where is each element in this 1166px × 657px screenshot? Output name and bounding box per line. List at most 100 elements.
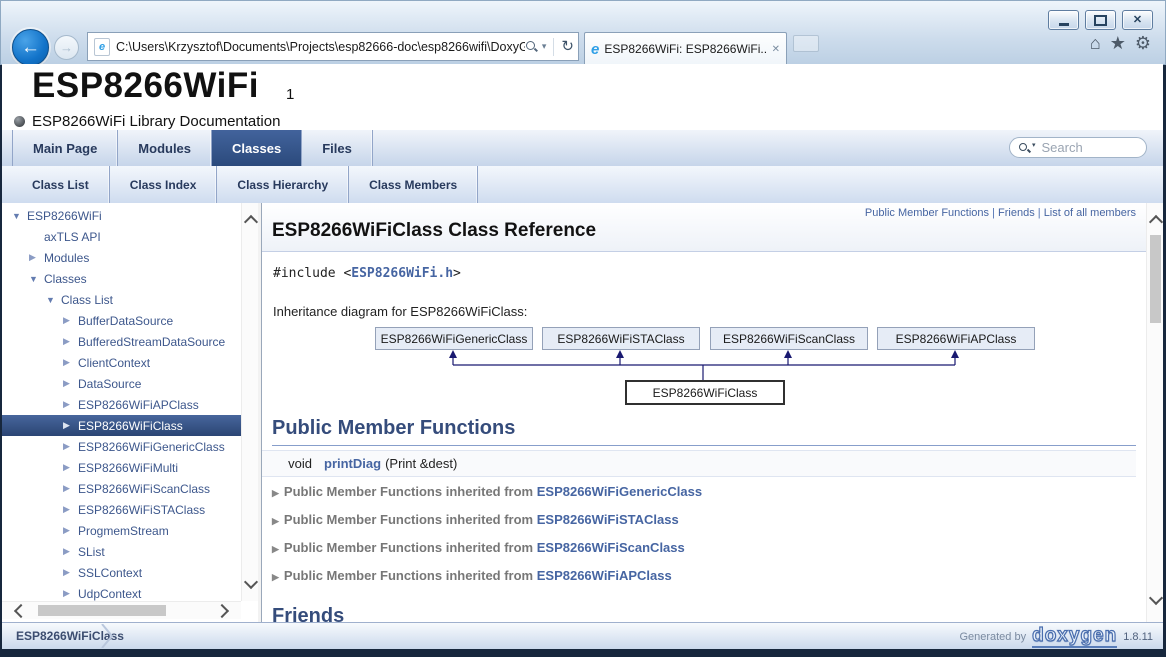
sidebar-item-esp8266wifiscanclass[interactable]: ▶ESP8266WiFiScanClass	[2, 478, 241, 499]
sidebar-item-datasource[interactable]: ▶DataSource	[2, 373, 241, 394]
sidebar-item-sslcontext[interactable]: ▶SSLContext	[2, 562, 241, 583]
scrollbar-thumb[interactable]	[38, 605, 166, 616]
subtab-class-hierarchy[interactable]: Class Hierarchy	[217, 166, 349, 203]
tree-collapsed-arrow-icon[interactable]: ▶	[63, 357, 78, 368]
sidebar-item-modules[interactable]: ▶Modules	[2, 247, 241, 268]
back-arrow-icon: ←	[21, 38, 40, 57]
expand-arrow-icon[interactable]: ▶	[272, 488, 279, 498]
scrollbar-thumb[interactable]	[1150, 235, 1161, 323]
content-scrollbar-vertical[interactable]	[1146, 203, 1163, 622]
home-icon[interactable]: ⌂	[1090, 34, 1101, 52]
doxygen-title-area: ESP8266WiFi 1 ESP8266WiFi Library Docume…	[2, 64, 1163, 130]
subtab-class-list[interactable]: Class List	[12, 166, 110, 203]
sidebar-scrollbar-horizontal[interactable]	[2, 601, 241, 619]
tab-files[interactable]: Files	[302, 130, 373, 166]
inherited-section-esp8266wifistaclass[interactable]: ▶Public Member Functions inherited from …	[272, 512, 679, 527]
include-file-link[interactable]: ESP8266WiFi.h	[351, 266, 453, 281]
tree-expanded-arrow-icon[interactable]: ▼	[29, 274, 44, 284]
tab-classes[interactable]: Classes	[212, 130, 302, 166]
tree-collapsed-arrow-icon[interactable]: ▶	[63, 336, 78, 347]
inherited-section-esp8266wifiapclass[interactable]: ▶Public Member Functions inherited from …	[272, 568, 672, 583]
tab-close-icon[interactable]: ✕	[772, 44, 780, 55]
doxygen-footer: ESP8266WiFiClass Generated by doxygen 1.…	[2, 622, 1163, 649]
forward-button[interactable]: →	[54, 35, 79, 60]
tree-collapsed-arrow-icon[interactable]: ▶	[63, 567, 78, 578]
tree-expanded-arrow-icon[interactable]: ▼	[12, 211, 27, 221]
sidebar-item-clientcontext[interactable]: ▶ClientContext	[2, 352, 241, 373]
new-tab-button[interactable]	[793, 35, 819, 52]
diagram-node-esp8266wifistaclass[interactable]: ESP8266WiFiSTAClass	[542, 327, 700, 350]
expand-arrow-icon[interactable]: ▶	[272, 572, 279, 582]
scroll-left-icon[interactable]	[10, 602, 32, 619]
doc-header: Public Member Functions | Friends | List…	[262, 203, 1146, 252]
address-bar[interactable]: e C:\Users\Krzysztof\Documents\Projects\…	[87, 32, 579, 61]
refresh-icon[interactable]: ↻	[561, 39, 574, 54]
sidebar-item-bufferdatasource[interactable]: ▶BufferDataSource	[2, 310, 241, 331]
sidebar-item-axtls-api[interactable]: axTLS API	[2, 226, 241, 247]
tree-collapsed-arrow-icon[interactable]: ▶	[63, 483, 78, 494]
favorites-star-icon[interactable]: ★	[1110, 34, 1126, 52]
sidebar-item-class-list[interactable]: ▼Class List	[2, 289, 241, 310]
inherited-section-esp8266wifigenericclass[interactable]: ▶Public Member Functions inherited from …	[272, 484, 702, 499]
tree-collapsed-arrow-icon[interactable]: ▶	[29, 252, 44, 263]
browser-tab[interactable]: e ESP8266WiFi: ESP8266WiFi... ✕	[584, 32, 787, 65]
tools-gear-icon[interactable]: ⚙	[1135, 34, 1151, 52]
sidebar-scrollbar-vertical[interactable]	[241, 203, 259, 601]
back-button[interactable]: ←	[12, 29, 49, 66]
tree-collapsed-arrow-icon[interactable]: ▶	[63, 546, 78, 557]
tree-collapsed-arrow-icon[interactable]: ▶	[63, 462, 78, 473]
diagram-node-esp8266wifiapclass[interactable]: ESP8266WiFiAPClass	[877, 327, 1035, 350]
scroll-down-icon[interactable]	[1147, 587, 1163, 609]
expand-arrow-icon[interactable]: ▶	[272, 516, 279, 526]
doxygen-search-box[interactable]: ▾ Search	[1009, 137, 1147, 158]
sidebar-item-bufferedstreamdatasource[interactable]: ▶BufferedStreamDataSource	[2, 331, 241, 352]
inherited-section-esp8266wifiscanclass[interactable]: ▶Public Member Functions inherited from …	[272, 540, 685, 555]
sidebar-item-udpcontext[interactable]: ▶UdpContext	[2, 583, 241, 601]
inherited-label: Public Member Functions inherited from	[284, 568, 537, 583]
search-icon[interactable]	[525, 40, 538, 53]
tree-collapsed-arrow-icon[interactable]: ▶	[63, 378, 78, 389]
tree-collapsed-arrow-icon[interactable]: ▶	[63, 525, 78, 536]
sidebar-item-slist[interactable]: ▶SList	[2, 541, 241, 562]
tree-collapsed-arrow-icon[interactable]: ▶	[63, 420, 78, 431]
tree-expanded-arrow-icon[interactable]: ▼	[46, 295, 61, 305]
sidebar-item-classes[interactable]: ▼Classes	[2, 268, 241, 289]
inherited-class-link[interactable]: ESP8266WiFiScanClass	[537, 540, 685, 555]
subtab-class-index[interactable]: Class Index	[110, 166, 218, 203]
tree-collapsed-arrow-icon[interactable]: ▶	[63, 441, 78, 452]
diagram-node-esp8266wifigenericclass[interactable]: ESP8266WiFiGenericClass	[375, 327, 533, 350]
tree-collapsed-arrow-icon[interactable]: ▶	[63, 504, 78, 515]
inherited-class-link[interactable]: ESP8266WiFiSTAClass	[537, 512, 679, 527]
expand-arrow-icon[interactable]: ▶	[272, 544, 279, 554]
tree-collapsed-arrow-icon[interactable]: ▶	[63, 399, 78, 410]
tree-collapsed-arrow-icon[interactable]: ▶	[63, 588, 78, 599]
sidebar-item-esp8266wifi[interactable]: ▼ESP8266WiFi	[2, 205, 241, 226]
dropdown-caret-icon[interactable]: ▾	[542, 41, 547, 52]
sidebar-item-esp8266wifigenericclass[interactable]: ▶ESP8266WiFiGenericClass	[2, 436, 241, 457]
sidebar-item-esp8266wifimulti[interactable]: ▶ESP8266WiFiMulti	[2, 457, 241, 478]
tab-main-page[interactable]: Main Page	[12, 130, 118, 166]
scroll-right-icon[interactable]	[211, 602, 233, 619]
tab-modules[interactable]: Modules	[118, 130, 212, 166]
member-name-link[interactable]: printDiag	[324, 456, 381, 471]
tree-item-label: ClientContext	[78, 356, 150, 370]
summary-link-public-member-functions[interactable]: Public Member Functions	[865, 207, 989, 219]
scroll-down-icon[interactable]	[242, 571, 259, 593]
tree-item-label: ESP8266WiFiScanClass	[78, 482, 210, 496]
sidebar-item-progmemstream[interactable]: ▶ProgmemStream	[2, 520, 241, 541]
inherited-class-link[interactable]: ESP8266WiFiAPClass	[537, 568, 672, 583]
inherited-class-link[interactable]: ESP8266WiFiGenericClass	[537, 484, 702, 499]
scroll-up-icon[interactable]	[242, 211, 259, 233]
sidebar-item-esp8266wifistaclass[interactable]: ▶ESP8266WiFiSTAClass	[2, 499, 241, 520]
tree-collapsed-arrow-icon[interactable]: ▶	[63, 315, 78, 326]
sidebar-item-esp8266wificlass[interactable]: ▶ESP8266WiFiClass	[2, 415, 241, 436]
diagram-node-esp8266wifiscanclass[interactable]: ESP8266WiFiScanClass	[710, 327, 868, 350]
summary-link-friends[interactable]: Friends	[998, 207, 1035, 219]
sidebar-item-esp8266wifiapclass[interactable]: ▶ESP8266WiFiAPClass	[2, 394, 241, 415]
scroll-up-icon[interactable]	[1147, 211, 1163, 233]
search-dropdown-caret-icon[interactable]: ▾	[1032, 141, 1036, 149]
subtab-class-members[interactable]: Class Members	[349, 166, 478, 203]
browser-window: ✕ ← → e C:\Users\Krzysztof\Documents\Pro…	[0, 0, 1166, 657]
summary-link-list-of-all-members[interactable]: List of all members	[1044, 207, 1136, 219]
doxygen-logo[interactable]: doxygen	[1032, 626, 1117, 648]
